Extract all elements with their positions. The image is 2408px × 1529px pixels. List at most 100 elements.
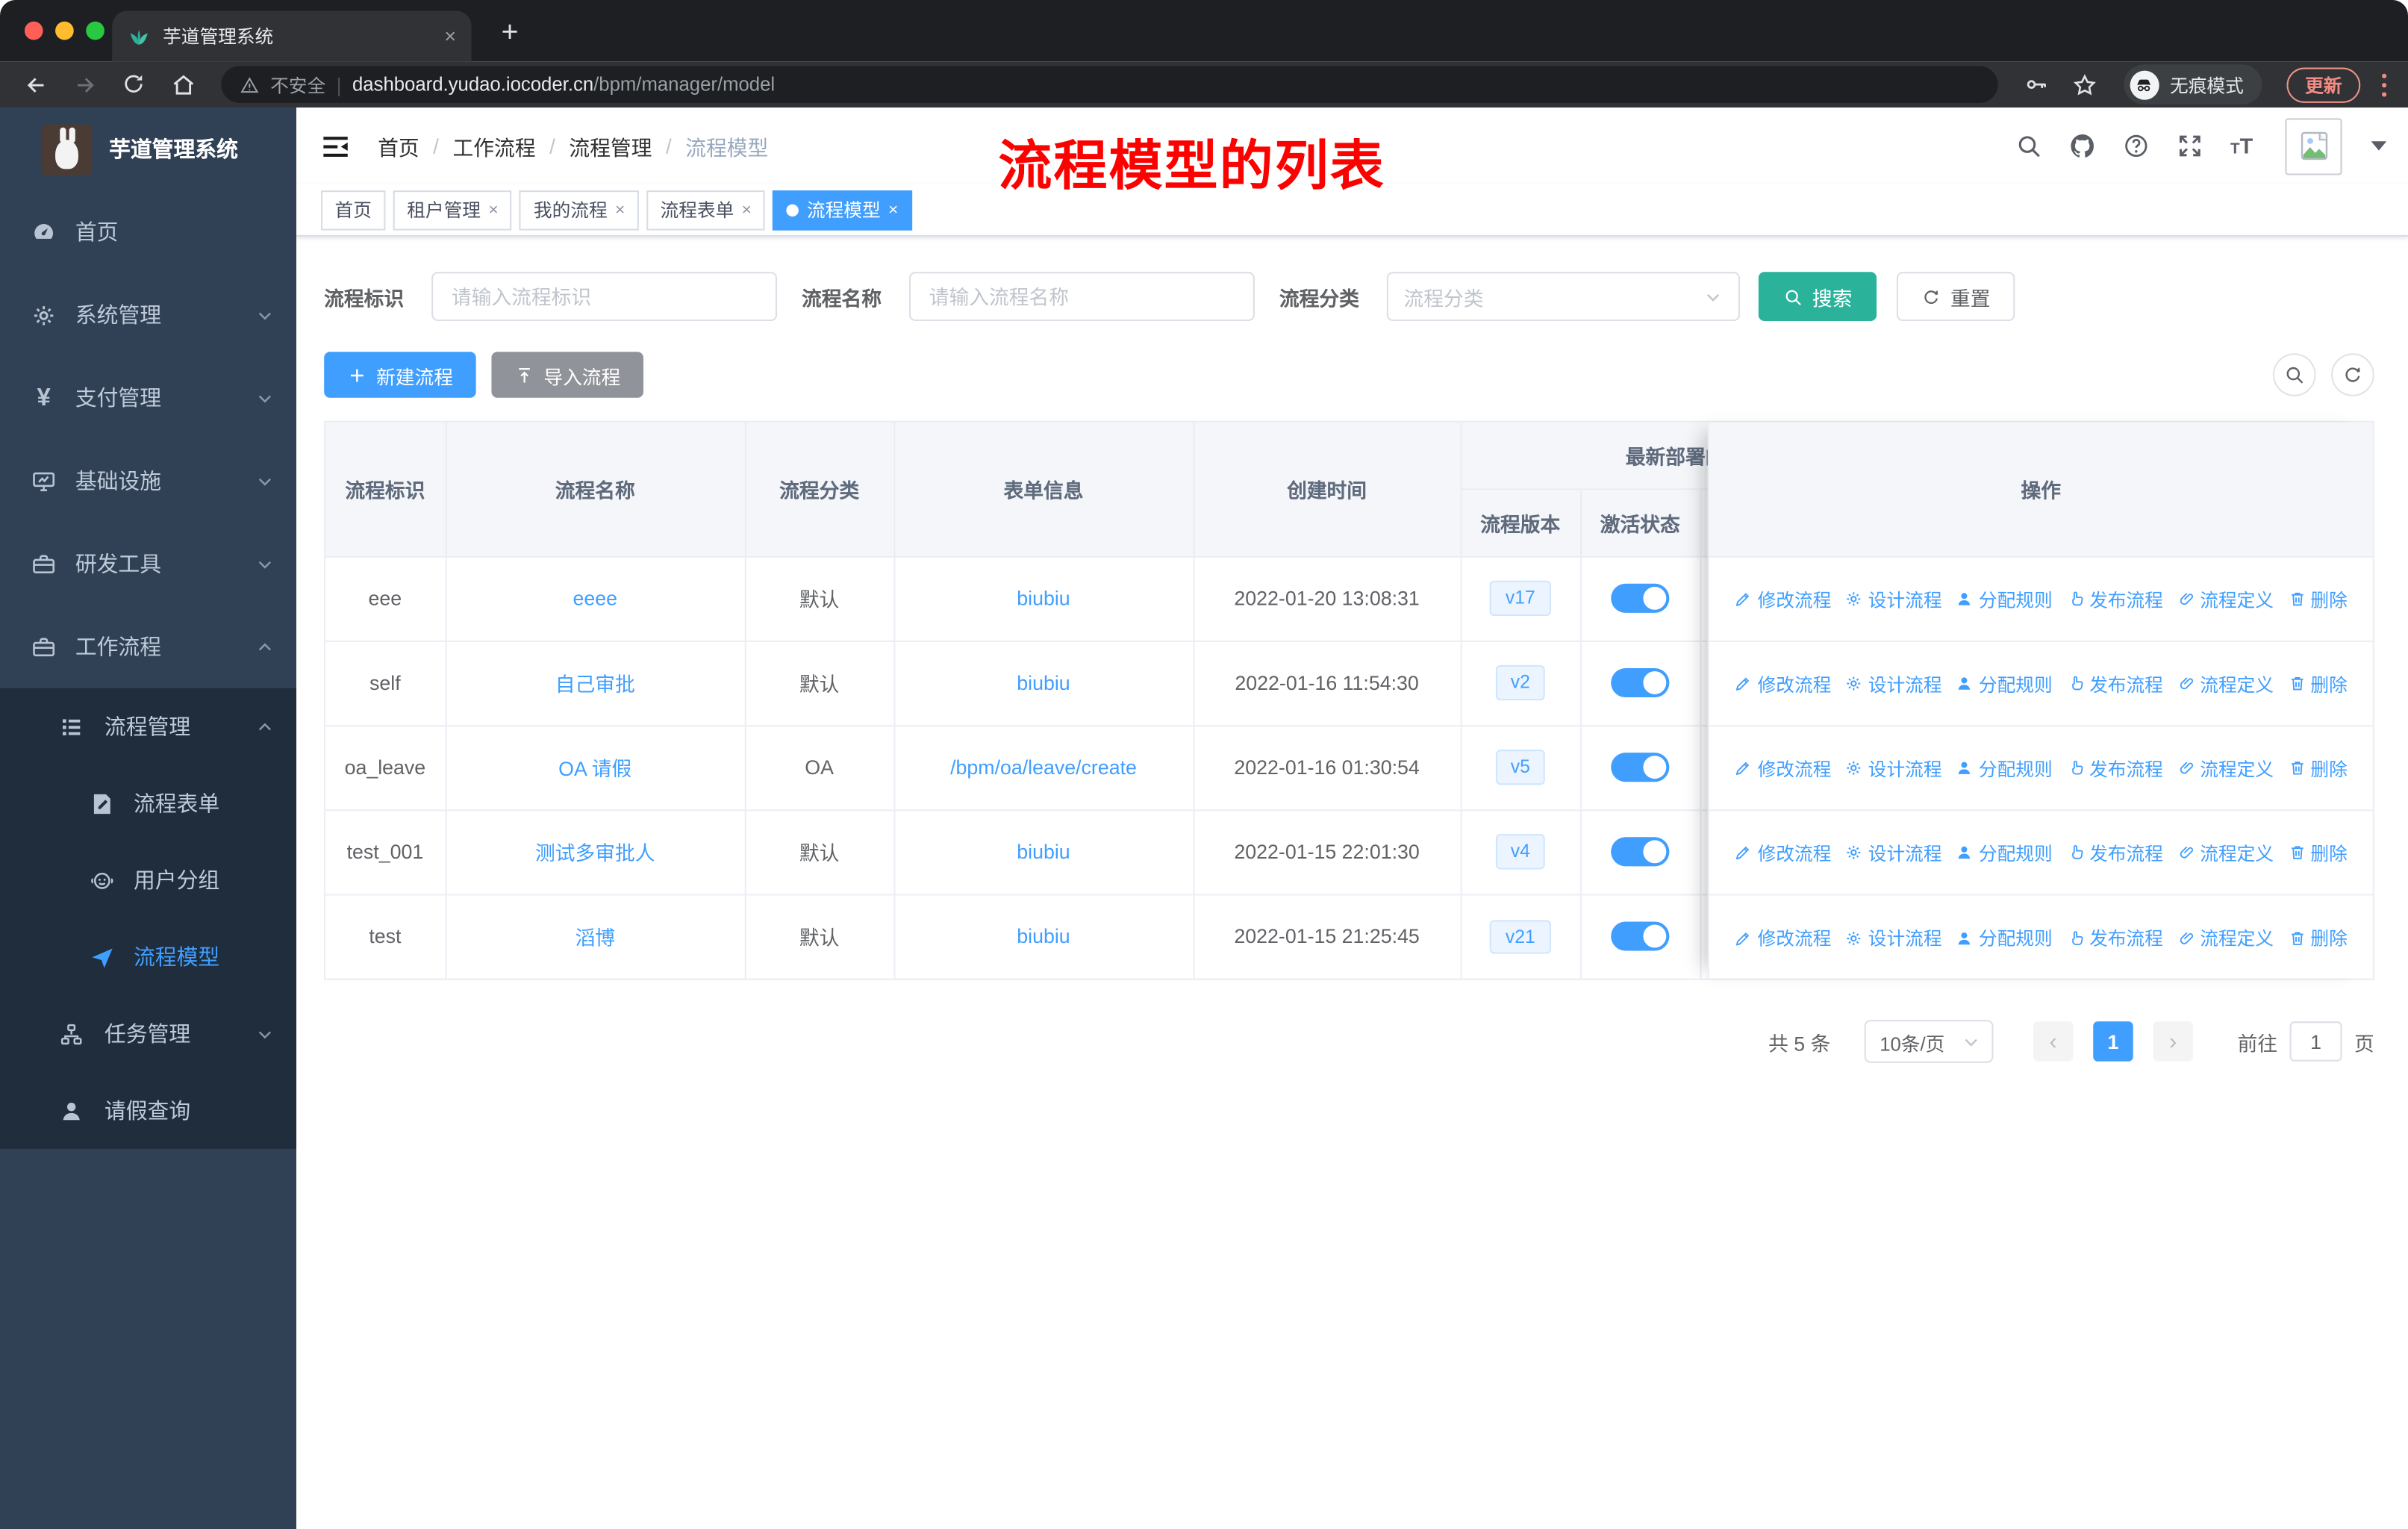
url-bar[interactable]: 不安全 | dashboard.yudao.iocoder.cn/bpm/man… xyxy=(221,66,1998,103)
sidebar-item-devtools[interactable]: 研发工具 xyxy=(0,523,296,605)
process-name-input[interactable] xyxy=(909,272,1255,321)
process-definition-link[interactable]: 流程定义 xyxy=(2177,670,2274,697)
refresh-table-button[interactable] xyxy=(2331,353,2374,396)
search-button[interactable]: 搜索 xyxy=(1758,272,1877,321)
process-definition-link[interactable]: 流程定义 xyxy=(2177,839,2274,865)
close-icon[interactable]: × xyxy=(488,200,498,219)
form-link[interactable]: biubiu xyxy=(1017,587,1070,610)
active-toggle[interactable] xyxy=(1611,921,1670,952)
next-page-button[interactable]: › xyxy=(2153,1021,2193,1062)
process-definition-link[interactable]: 流程定义 xyxy=(2177,755,2274,781)
assign-rule-link[interactable]: 分配规则 xyxy=(1956,586,2053,612)
close-window-button[interactable] xyxy=(24,21,43,40)
process-category-select[interactable]: 流程分类 xyxy=(1386,272,1741,321)
update-browser-button[interactable]: 更新 xyxy=(2286,66,2361,102)
form-link[interactable]: /bpm/oa/leave/create xyxy=(950,756,1137,779)
assign-rule-link[interactable]: 分配规则 xyxy=(1956,839,2053,865)
publish-process-link[interactable]: 发布流程 xyxy=(2066,586,2163,612)
design-process-link[interactable]: 设计流程 xyxy=(1845,670,1942,697)
delete-link[interactable]: 删除 xyxy=(2288,925,2348,951)
collapse-sidebar-icon[interactable] xyxy=(319,130,352,162)
new-tab-button[interactable]: + xyxy=(488,12,531,55)
edit-process-link[interactable]: 修改流程 xyxy=(1735,586,1831,612)
breadcrumb-home[interactable]: 首页 xyxy=(378,131,419,161)
home-icon[interactable] xyxy=(163,64,202,104)
reload-icon[interactable] xyxy=(113,64,153,104)
sidebar-item-system[interactable]: 系统管理 xyxy=(0,273,296,356)
goto-page-input[interactable] xyxy=(2289,1021,2342,1062)
process-id-input[interactable] xyxy=(431,272,778,321)
tab-close-icon[interactable]: × xyxy=(444,25,456,48)
sidebar-item-process-management[interactable]: 流程管理 xyxy=(0,688,296,765)
model-name-link[interactable]: OA 请假 xyxy=(558,757,631,780)
fullscreen-icon[interactable] xyxy=(2177,132,2204,160)
edit-process-link[interactable]: 修改流程 xyxy=(1735,755,1831,781)
assign-rule-link[interactable]: 分配规则 xyxy=(1956,925,2053,951)
design-process-link[interactable]: 设计流程 xyxy=(1845,586,1942,612)
version-badge[interactable]: v4 xyxy=(1495,834,1546,869)
import-process-button[interactable]: 导入流程 xyxy=(491,352,644,398)
browser-menu-icon[interactable] xyxy=(2382,72,2387,96)
model-name-link[interactable]: 测试多审批人 xyxy=(535,841,655,865)
tag-process-form[interactable]: 流程表单 × xyxy=(646,190,766,230)
app-logo-row[interactable]: 芋道管理系统 xyxy=(0,108,296,190)
model-name-link[interactable]: 自己审批 xyxy=(555,673,635,696)
close-icon[interactable]: × xyxy=(742,200,752,219)
reset-button[interactable]: 重置 xyxy=(1897,272,2015,321)
help-icon[interactable] xyxy=(2123,132,2150,160)
sidebar-item-infra[interactable]: 基础设施 xyxy=(0,439,296,522)
publish-process-link[interactable]: 发布流程 xyxy=(2066,925,2163,951)
publish-process-link[interactable]: 发布流程 xyxy=(2066,755,2163,781)
active-toggle[interactable] xyxy=(1611,753,1670,782)
github-icon[interactable] xyxy=(2069,132,2097,160)
browser-tab[interactable]: 芋道管理系统 × xyxy=(112,10,472,62)
delete-link[interactable]: 删除 xyxy=(2288,839,2348,865)
process-definition-link[interactable]: 流程定义 xyxy=(2177,925,2274,951)
publish-process-link[interactable]: 发布流程 xyxy=(2066,839,2163,865)
process-definition-link[interactable]: 流程定义 xyxy=(2177,586,2274,612)
password-key-icon[interactable] xyxy=(2016,64,2056,104)
delete-link[interactable]: 删除 xyxy=(2288,755,2348,781)
breadcrumb-process-management[interactable]: 流程管理 xyxy=(569,131,652,161)
assign-rule-link[interactable]: 分配规则 xyxy=(1956,755,2053,781)
version-badge[interactable]: v2 xyxy=(1495,665,1546,700)
close-icon[interactable]: × xyxy=(888,200,898,219)
form-link[interactable]: biubiu xyxy=(1017,671,1070,694)
font-size-icon[interactable]: TT xyxy=(2230,134,2253,158)
close-icon[interactable]: × xyxy=(615,200,625,219)
design-process-link[interactable]: 设计流程 xyxy=(1845,839,1942,865)
window-controls[interactable] xyxy=(24,21,105,40)
active-toggle[interactable] xyxy=(1611,667,1670,698)
maximize-window-button[interactable] xyxy=(86,21,105,40)
edit-process-link[interactable]: 修改流程 xyxy=(1735,839,1831,865)
design-process-link[interactable]: 设计流程 xyxy=(1845,925,1942,951)
form-link[interactable]: biubiu xyxy=(1017,925,1070,948)
sidebar-item-user-group[interactable]: 用户分组 xyxy=(0,841,296,918)
delete-link[interactable]: 删除 xyxy=(2288,586,2348,612)
active-toggle[interactable] xyxy=(1611,583,1670,613)
version-badge[interactable]: v21 xyxy=(1490,919,1551,954)
design-process-link[interactable]: 设计流程 xyxy=(1845,755,1942,781)
model-name-link[interactable]: 滔博 xyxy=(575,927,615,950)
model-name-link[interactable]: eeee xyxy=(573,587,617,610)
prev-page-button[interactable]: ‹ xyxy=(2033,1021,2074,1062)
form-link[interactable]: biubiu xyxy=(1017,840,1070,863)
edit-process-link[interactable]: 修改流程 xyxy=(1735,925,1831,951)
bookmark-star-icon[interactable] xyxy=(2065,64,2105,104)
delete-link[interactable]: 删除 xyxy=(2288,670,2348,697)
assign-rule-link[interactable]: 分配规则 xyxy=(1956,670,2053,697)
publish-process-link[interactable]: 发布流程 xyxy=(2066,670,2163,697)
breadcrumb-workflow[interactable]: 工作流程 xyxy=(452,131,535,161)
hide-search-button[interactable] xyxy=(2272,353,2316,396)
back-icon[interactable] xyxy=(16,64,55,104)
sidebar-item-payment[interactable]: ¥ 支付管理 xyxy=(0,356,296,439)
create-process-button[interactable]: 新建流程 xyxy=(324,352,476,398)
tag-home[interactable]: 首页 xyxy=(320,190,386,230)
search-icon[interactable] xyxy=(2015,132,2043,160)
version-badge[interactable]: v17 xyxy=(1490,581,1551,616)
avatar[interactable] xyxy=(2285,117,2342,175)
edit-process-link[interactable]: 修改流程 xyxy=(1735,670,1831,697)
sidebar-item-process-model[interactable]: 流程模型 xyxy=(0,918,296,995)
minimize-window-button[interactable] xyxy=(55,21,74,40)
sidebar-item-workflow[interactable]: 工作流程 xyxy=(0,605,296,688)
